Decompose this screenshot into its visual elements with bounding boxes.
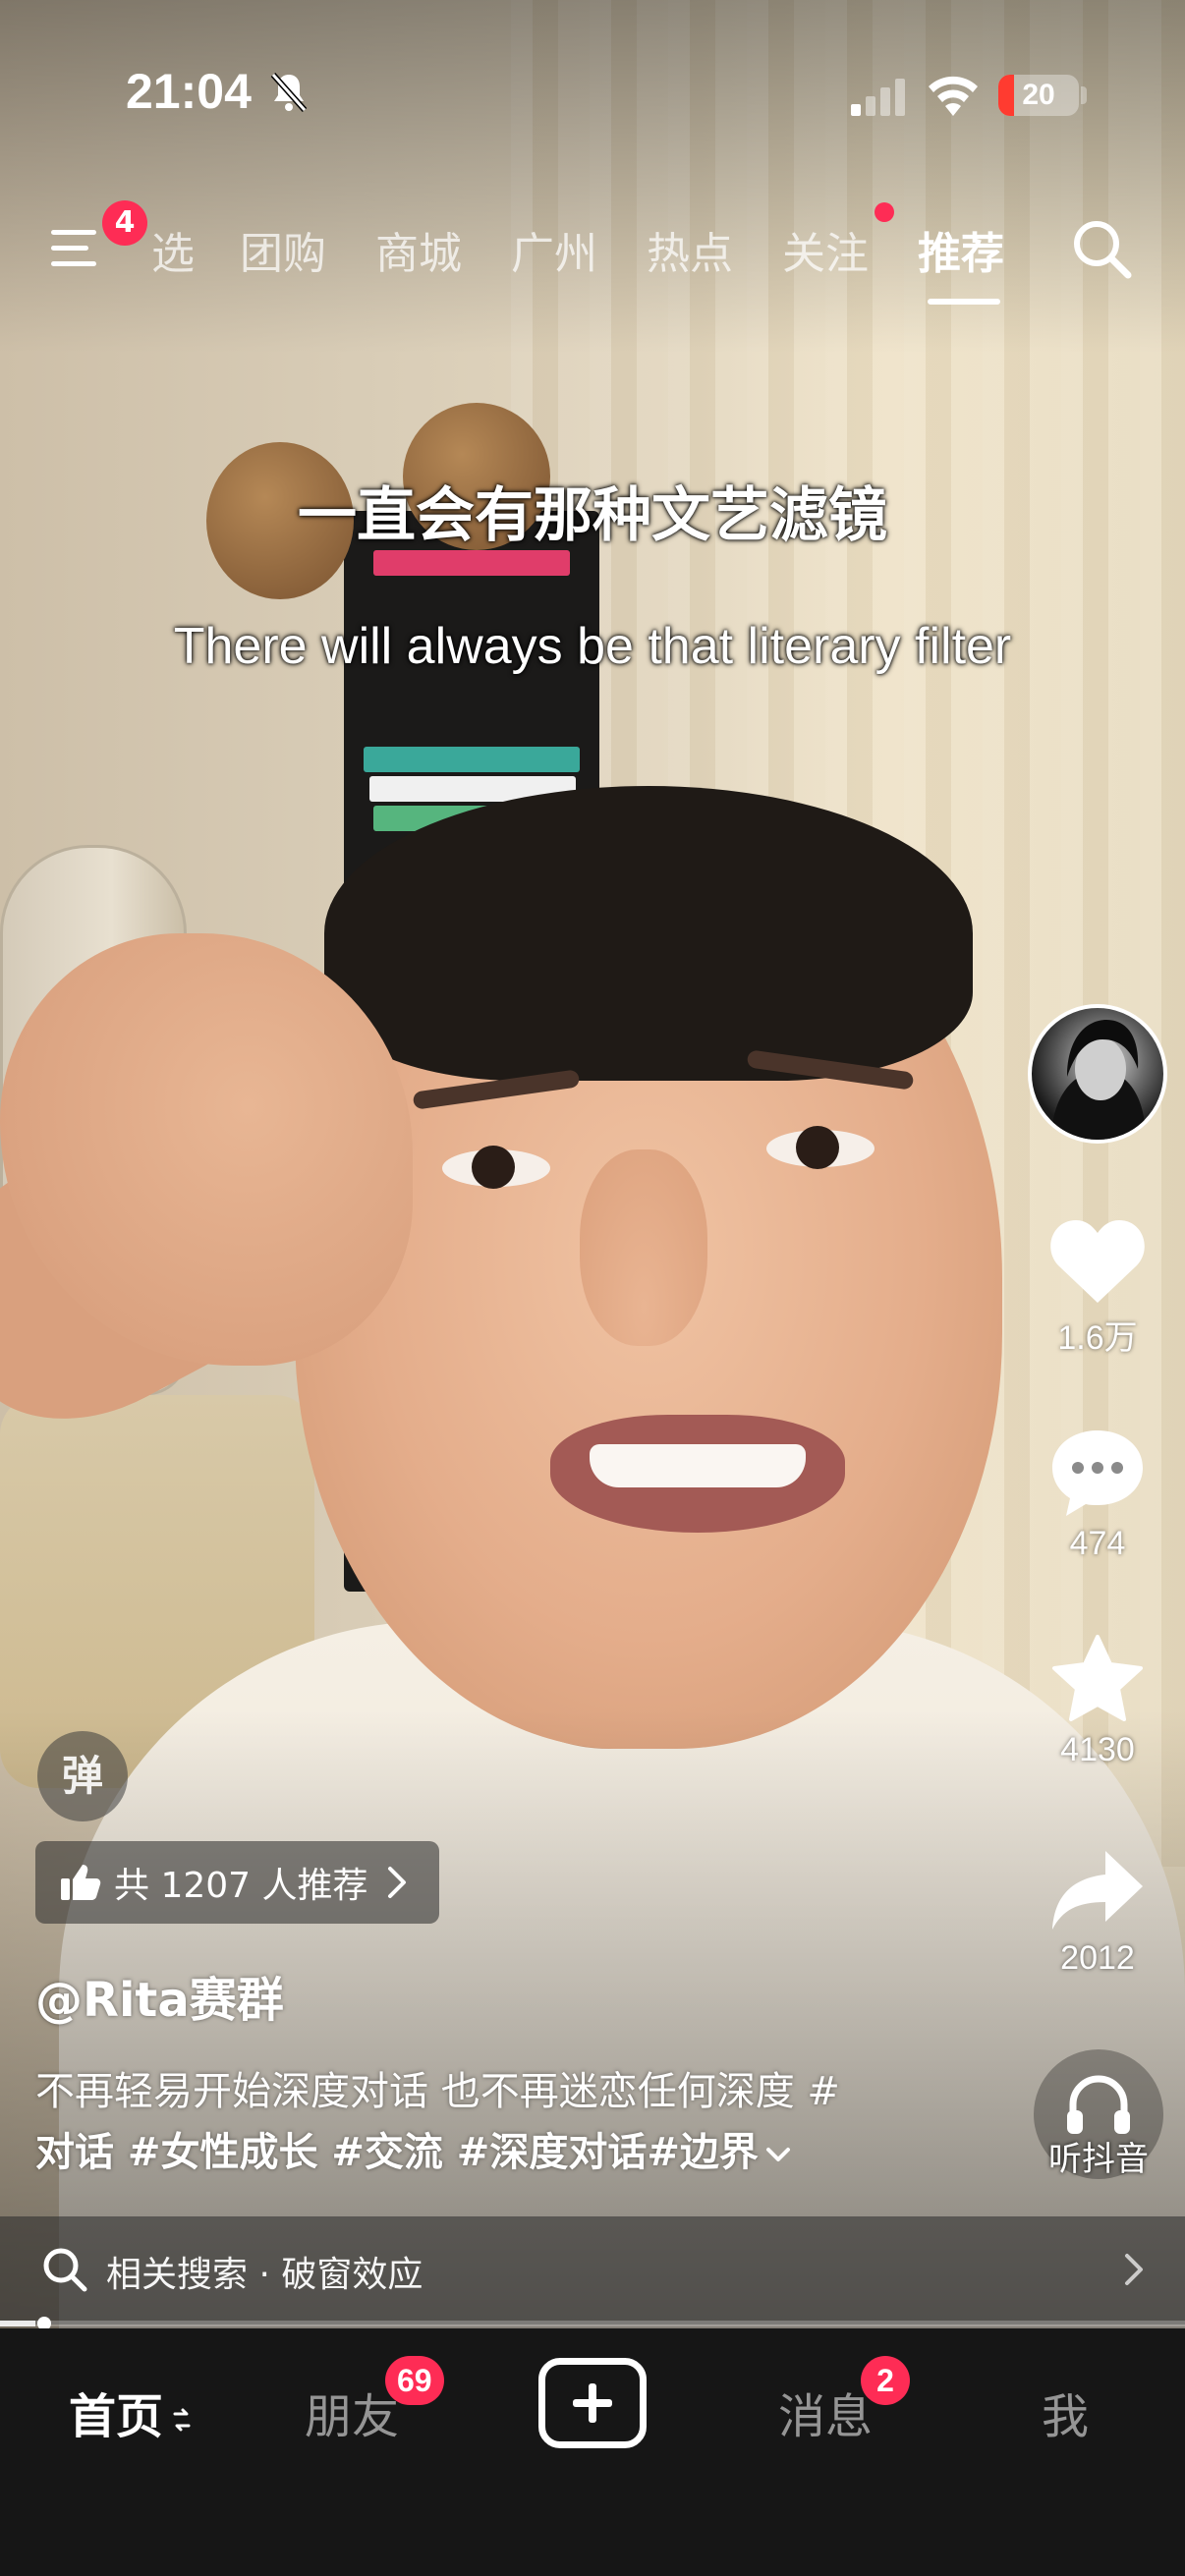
signal-icon — [851, 79, 905, 116]
create-button[interactable] — [538, 2358, 647, 2448]
description-line-2-row: 对话 #女性成长 #交流 #深度对话#边界 — [35, 2122, 979, 2183]
status-time: 21:04 — [126, 64, 252, 119]
tab-recommend[interactable]: 推荐 — [918, 218, 1004, 281]
like-action[interactable]: 1.6万 — [1028, 1216, 1167, 1359]
author-name[interactable]: @Rita赛群 — [35, 1961, 284, 2030]
like-count: 1.6万 — [1057, 1319, 1138, 1357]
tab-home[interactable]: 首页 — [69, 2378, 193, 2446]
wifi-icon — [929, 76, 978, 116]
related-search-bar[interactable]: 相关搜索 · 破窗效应 — [0, 2216, 1185, 2324]
avatar-portrait-icon — [1051, 1020, 1146, 1140]
top-nav: 4 选 团购 商城 广州 热点 关注 推荐 — [0, 196, 1185, 305]
author-avatar[interactable] — [1028, 1004, 1167, 1144]
video-progress-bar[interactable] — [0, 2317, 1185, 2330]
share-icon — [1052, 1851, 1143, 1930]
nose — [580, 1149, 707, 1346]
bottom-tab-bar: 首页 朋友 69 消息 2 我 — [0, 2328, 1185, 2576]
right-eye — [766, 1126, 875, 1169]
bell-slash-icon — [270, 73, 308, 112]
menu-icon[interactable] — [49, 224, 104, 273]
menu-badge: 4 — [102, 200, 147, 246]
tab-select[interactable]: 选 — [151, 218, 195, 281]
listen-label: 听抖音 — [1048, 2140, 1149, 2179]
following-dot — [875, 202, 894, 222]
recommend-text: 共 1207 人推荐 — [114, 1866, 368, 1906]
favorite-count: 4130 — [1060, 1731, 1135, 1768]
left-eye — [442, 1146, 550, 1189]
chevron-right-icon — [387, 1867, 406, 1898]
battery-level: 20 — [1022, 79, 1055, 111]
progress-fill — [0, 2321, 36, 2326]
heart-icon — [1050, 1220, 1145, 1303]
comment-icon — [1052, 1430, 1143, 1516]
related-search-text: 相关搜索 · 破窗效应 — [106, 2255, 423, 2295]
search-icon[interactable] — [1069, 216, 1134, 281]
tab-guangzhou[interactable]: 广州 — [511, 218, 597, 281]
comment-count: 474 — [1069, 1525, 1126, 1562]
tab-home-label: 首页 — [69, 2389, 164, 2444]
video-description[interactable]: 不再轻易开始深度对话 也不再迷恋任何深度 # 对话 #女性成长 #交流 #深度对… — [35, 2061, 979, 2183]
favorite-action[interactable]: 4130 — [1028, 1633, 1167, 1769]
status-bar: 21:04 20 — [0, 59, 1185, 128]
share-count: 2012 — [1060, 1939, 1135, 1977]
thumbs-up-icon — [61, 1865, 101, 1900]
description-line-1: 不再轻易开始深度对话 也不再迷恋任何深度 # — [35, 2069, 840, 2114]
tab-following[interactable]: 关注 — [782, 218, 869, 281]
hair — [324, 786, 973, 1081]
tab-mall[interactable]: 商城 — [375, 218, 462, 281]
swap-icon — [173, 2408, 191, 2432]
subtitle-english: There will always be that literary filte… — [173, 618, 1012, 675]
tab-hot[interactable]: 热点 — [647, 218, 733, 281]
friends-badge: 69 — [385, 2356, 444, 2405]
search-icon — [43, 2248, 87, 2292]
teeth — [590, 1444, 806, 1487]
star-icon — [1052, 1635, 1143, 1721]
subtitle-chinese: 一直会有那种文艺滤镜 — [298, 481, 887, 550]
tab-messages[interactable]: 消息 — [778, 2378, 873, 2446]
messages-badge: 2 — [861, 2356, 910, 2405]
danmu-toggle[interactable]: 弹 — [37, 1731, 128, 1821]
chevron-down-icon[interactable] — [764, 2143, 792, 2166]
tab-me[interactable]: 我 — [1042, 2378, 1089, 2446]
battery-icon: 20 — [998, 75, 1079, 116]
share-action[interactable]: 2012 — [1028, 1847, 1167, 1978]
battery-tip — [1081, 86, 1087, 104]
chevron-right-icon — [1125, 2254, 1143, 2285]
tab-group-buy[interactable]: 团购 — [240, 218, 326, 281]
recommend-pill[interactable]: 共 1207 人推荐 — [35, 1841, 439, 1924]
active-tab-underline — [928, 299, 1000, 305]
plus-icon — [573, 2383, 612, 2423]
comment-action[interactable]: 474 — [1028, 1427, 1167, 1563]
description-line-2: 对话 #女性成长 #交流 #深度对话#边界 — [35, 2130, 759, 2175]
tab-friends[interactable]: 朋友 — [305, 2378, 399, 2446]
